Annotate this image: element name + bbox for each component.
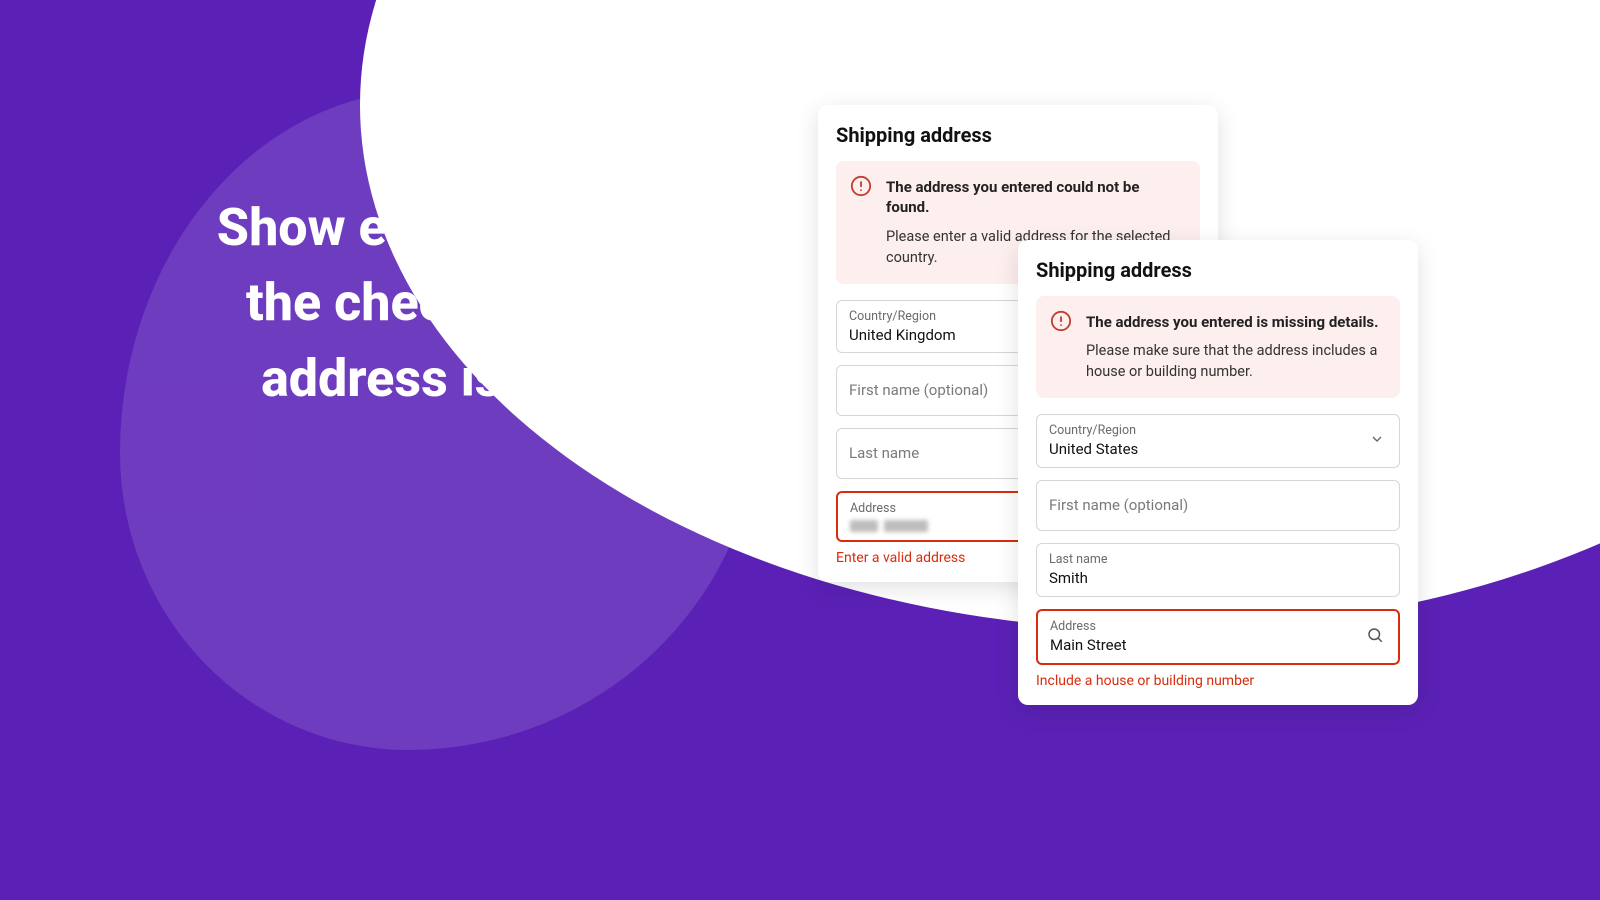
promo-stage: Show error and block the checkout if the… — [0, 0, 1600, 900]
address-value: Main Street — [1050, 636, 1386, 655]
alert-icon — [850, 175, 872, 197]
first-name-placeholder: First name (optional) — [1049, 489, 1387, 522]
address-error-text: Include a house or building number — [1036, 673, 1400, 689]
last-name-input[interactable]: Last name Smith — [1036, 543, 1400, 597]
card-title: Shipping address — [836, 123, 1200, 147]
alert-title: The address you entered could not be fou… — [886, 177, 1184, 218]
country-label: Country/Region — [1049, 423, 1387, 438]
last-name-label: Last name — [1049, 552, 1387, 567]
headline-text: Show error and block the checkout if the… — [200, 190, 730, 416]
last-name-value: Smith — [1049, 569, 1387, 588]
first-name-input[interactable]: First name (optional) — [1036, 480, 1400, 531]
alert-icon — [1050, 310, 1072, 332]
chevron-down-icon — [1369, 431, 1385, 451]
alert-body: Please make sure that the address includ… — [1086, 340, 1384, 382]
address-label: Address — [1050, 619, 1386, 634]
alert-title: The address you entered is missing detai… — [1086, 312, 1384, 332]
address-input[interactable]: Address Main Street — [1036, 609, 1400, 665]
card-title: Shipping address — [1036, 258, 1400, 282]
search-icon — [1366, 626, 1384, 648]
shipping-card-missingdetails: Shipping address The address you entered… — [1018, 240, 1418, 705]
country-value: United States — [1049, 440, 1387, 459]
error-alert: The address you entered is missing detai… — [1036, 296, 1400, 398]
background-blob — [120, 90, 760, 750]
country-select[interactable]: Country/Region United States — [1036, 414, 1400, 468]
